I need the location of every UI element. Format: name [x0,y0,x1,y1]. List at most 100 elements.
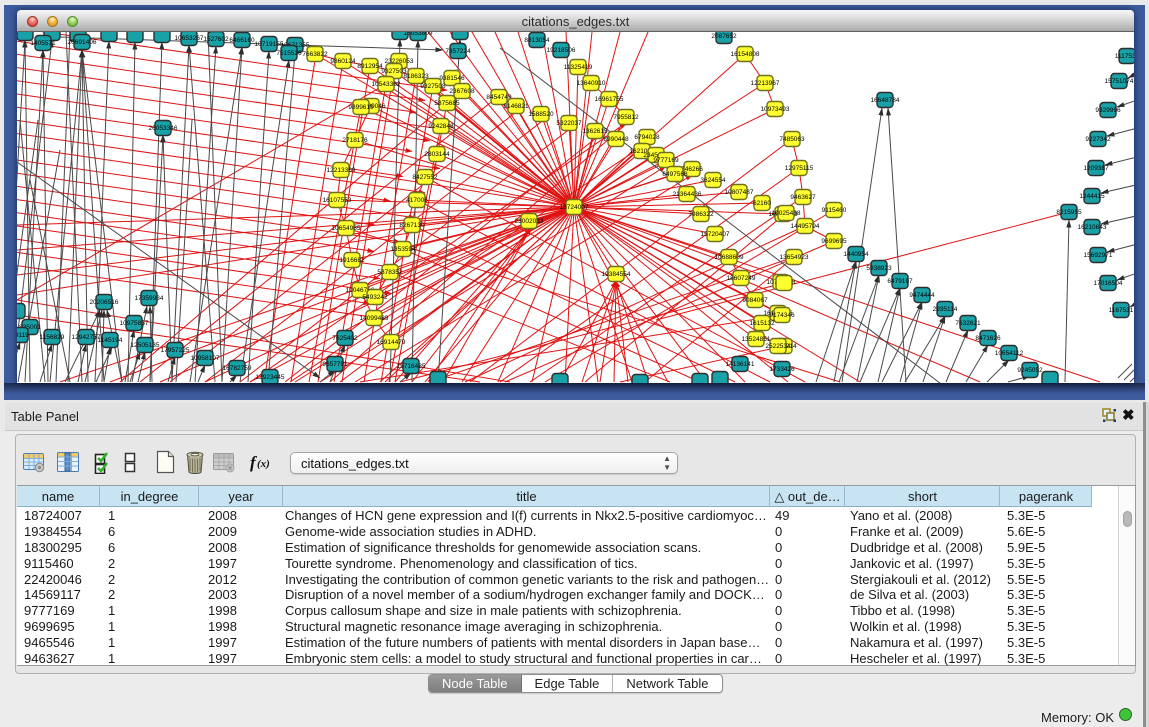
svg-text:14136141: 14136141 [726,361,755,368]
svg-text:16053809: 16053809 [404,32,433,37]
svg-text:17957225: 17957225 [161,347,190,354]
svg-text:2367608: 2367608 [449,88,475,95]
svg-text:9329996: 9329996 [1095,107,1121,114]
svg-text:14495794: 14495794 [791,223,820,230]
svg-text:1156829: 1156829 [40,334,65,341]
svg-text:5878352: 5878352 [377,269,403,276]
svg-text:10807487: 10807487 [725,189,754,196]
svg-text:9860124: 9860124 [330,58,356,65]
svg-text:7986322: 7986322 [688,211,714,218]
svg-text:9474444: 9474444 [909,292,935,299]
svg-text:18607249: 18607249 [727,275,756,282]
svg-text:1353594: 1353594 [390,246,416,253]
svg-text:20691406: 20691406 [68,39,97,46]
svg-text:9327508: 9327508 [420,83,446,90]
svg-text:1405571: 1405571 [30,40,56,47]
svg-text:1167531: 1167531 [1109,307,1134,314]
svg-text:8215955: 8215955 [1056,209,1082,216]
svg-text:10973493: 10973493 [761,106,790,113]
svg-text:18724007: 18724007 [560,204,589,211]
svg-text:8267130: 8267130 [399,222,425,229]
svg-text:8186323: 8186323 [403,73,429,80]
svg-text:7485063: 7485063 [779,136,805,143]
svg-text:9657791: 9657791 [322,361,348,368]
svg-text:8427552: 8427552 [412,174,438,181]
svg-text:10719155: 10719155 [255,41,284,48]
svg-text:14099489: 14099489 [360,315,389,322]
svg-text:6466160: 6466160 [229,37,255,44]
svg-text:12975115: 12975115 [785,165,814,172]
svg-text:9242848: 9242848 [428,123,454,130]
svg-text:2522534: 2522534 [765,343,791,350]
svg-text:13524851: 13524851 [742,336,771,343]
svg-text:1362615: 1362615 [582,128,608,135]
svg-text:9699695: 9699695 [821,238,847,245]
svg-text:1733426: 1733426 [769,366,795,373]
svg-text:6479197: 6479197 [887,278,913,285]
svg-text:23002033: 23002033 [515,218,544,225]
svg-text:16782759: 16782759 [223,365,252,372]
svg-text:7632621: 7632621 [955,320,981,327]
svg-text:1615132: 1615132 [749,320,775,327]
svg-text:2718176: 2718176 [342,137,368,144]
svg-text:7625402: 7625402 [332,335,358,342]
svg-text:1209387: 1209387 [1083,165,1109,172]
svg-text:8471626: 8471626 [975,335,1001,342]
svg-text:11325419: 11325419 [564,64,593,71]
svg-text:7357224: 7357224 [445,48,471,55]
svg-text:8813054: 8813054 [524,37,550,44]
svg-text:10543362: 10543362 [372,81,401,88]
svg-text:1527602: 1527602 [203,36,229,43]
svg-text:10654112: 10654112 [995,350,1024,357]
svg-text:13654923: 13654923 [780,254,809,261]
svg-text:5875685: 5875685 [434,100,460,107]
svg-text:1916682: 1916682 [339,257,365,264]
svg-text:16107553: 16107553 [323,197,352,204]
svg-text:16648784: 16648784 [871,97,900,104]
svg-text:9084067: 9084067 [742,297,768,304]
svg-text:8990448: 8990448 [603,136,629,143]
svg-text:19384554: 19384554 [602,271,631,278]
svg-text:19218506: 19218506 [547,47,576,54]
svg-text:20206516: 20206516 [90,299,119,306]
svg-text:1117534: 1117534 [1115,53,1134,60]
svg-text:5493242: 5493242 [362,294,388,301]
svg-text:9115460: 9115460 [822,207,847,214]
svg-text:6794028: 6794028 [634,134,660,141]
svg-text:10958107: 10958107 [191,355,220,362]
svg-text:5322037: 5322037 [556,120,582,127]
svg-text:10025438: 10025438 [772,210,801,217]
svg-text:417006: 417006 [406,197,428,204]
svg-text:9463627: 9463627 [790,194,816,201]
svg-text:2803144: 2803144 [424,151,450,158]
svg-text:16154808: 16154808 [731,51,760,58]
svg-text:13640910: 13640910 [577,80,606,87]
svg-text:2935114: 2935114 [933,306,958,313]
svg-text:10653267: 10653267 [175,35,204,42]
svg-text:17359934: 17359934 [135,295,164,302]
svg-text:26053346: 26053346 [149,125,178,132]
svg-text:12923445: 12923445 [256,374,285,381]
svg-text:1145194: 1145194 [98,337,123,344]
svg-text:8912954: 8912954 [357,63,383,70]
svg-text:62160: 62160 [753,200,771,207]
svg-text:12213369: 12213369 [327,167,356,174]
svg-text:9899619: 9899619 [348,104,374,111]
svg-text:17016504: 17016504 [1094,280,1123,287]
svg-text:12213967: 12213967 [751,80,780,87]
svg-text:7663822: 7663822 [302,51,328,58]
svg-text:12505135: 12505135 [131,342,160,349]
svg-text:(x): (x) [257,458,270,470]
svg-text:12942757: 12942757 [72,334,101,341]
svg-text:1588520: 1588520 [528,111,554,118]
svg-text:16210643: 16210643 [1078,224,1107,231]
svg-text:9381546: 9381546 [439,75,465,82]
svg-text:9777169: 9777169 [653,157,679,164]
svg-text:9146821: 9146821 [503,103,529,110]
svg-text:21364436: 21364436 [673,191,702,198]
svg-text:9174346: 9174346 [769,312,795,319]
svg-text:6497568: 6497568 [662,171,688,178]
svg-text:15716485: 15716485 [397,363,426,370]
svg-text:5938923: 5938923 [866,265,892,272]
svg-text:9245052: 9245052 [1017,367,1043,374]
